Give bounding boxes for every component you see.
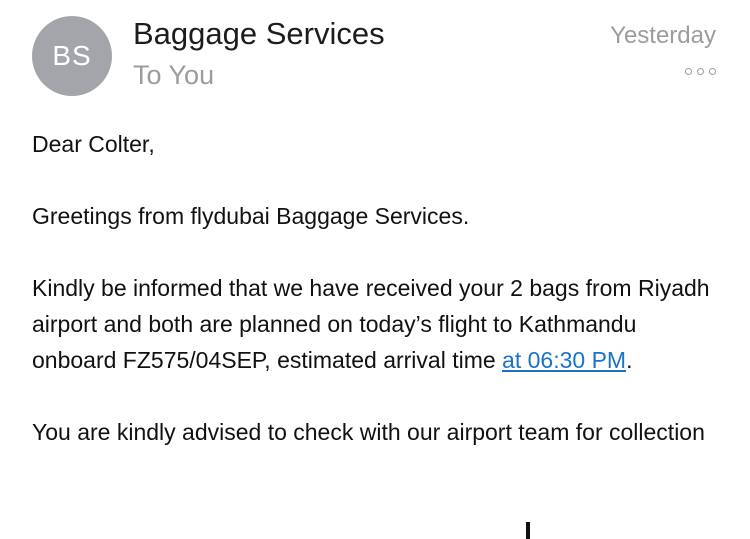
text-cursor [526, 522, 530, 539]
more-dot [709, 68, 716, 75]
collection-paragraph: You are kindly advised to check with our… [32, 419, 705, 445]
more-dot [697, 68, 704, 75]
arrival-paragraph: Kindly be informed that we have received… [32, 270, 722, 378]
more-dot [685, 68, 692, 75]
message-date: Yesterday [610, 22, 716, 49]
intro-paragraph: Greetings from flydubai Baggage Services… [32, 203, 470, 229]
recipient-line[interactable]: To You [133, 60, 214, 91]
message-body: Dear Colter, Greetings from flydubai Bag… [32, 126, 722, 486]
greeting: Dear Colter, [32, 131, 155, 157]
sender-name[interactable]: Baggage Services [133, 16, 385, 52]
arrival-period: . [626, 347, 633, 373]
more-options-icon[interactable] [685, 68, 716, 75]
avatar-initials: BS [52, 40, 92, 71]
avatar[interactable]: BS [32, 16, 112, 96]
arrival-time-link[interactable]: at 06:30 PM [502, 347, 626, 373]
